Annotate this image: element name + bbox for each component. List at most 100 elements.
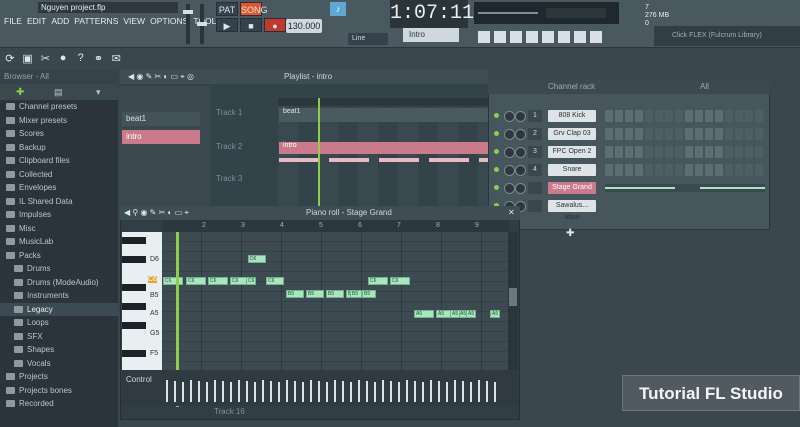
step-button[interactable] bbox=[685, 146, 693, 158]
velocity-bar[interactable] bbox=[182, 382, 184, 402]
velocity-bar[interactable] bbox=[406, 380, 408, 402]
step-button[interactable] bbox=[605, 164, 613, 176]
step-button[interactable] bbox=[625, 164, 633, 176]
browser-item[interactable]: Loops bbox=[0, 316, 118, 330]
step-button[interactable] bbox=[635, 110, 643, 122]
velocity-bar[interactable] bbox=[302, 382, 304, 402]
velocity-bar[interactable] bbox=[414, 381, 416, 402]
channel-mute-led[interactable] bbox=[494, 185, 499, 190]
playlist-pattern-beat1[interactable]: beat1 bbox=[122, 112, 200, 126]
help-icon[interactable] bbox=[590, 31, 602, 43]
note[interactable]: C6 bbox=[208, 277, 228, 285]
clip-intro[interactable]: intro bbox=[279, 142, 488, 154]
step-button[interactable] bbox=[675, 164, 683, 176]
browser-item[interactable]: IL Shared Data bbox=[0, 195, 118, 209]
mixer-track-number[interactable]: 4 bbox=[528, 164, 542, 176]
browser-item[interactable]: Envelopes bbox=[0, 181, 118, 195]
step-button[interactable] bbox=[725, 146, 733, 158]
step-button[interactable] bbox=[665, 128, 673, 140]
mixer-track-number[interactable] bbox=[528, 182, 542, 194]
control-label[interactable]: Control bbox=[126, 375, 152, 384]
piano-roll-tools-icons[interactable]: ◀ ⚲ ◉ ✎ ✂ ◐ ▭ ⌖ bbox=[124, 206, 189, 220]
step-button[interactable] bbox=[665, 110, 673, 122]
step-button[interactable] bbox=[675, 146, 683, 158]
step-button[interactable] bbox=[735, 128, 743, 140]
velocity-bar[interactable] bbox=[358, 380, 360, 402]
browser-item[interactable]: Shapes bbox=[0, 343, 118, 357]
step-button[interactable] bbox=[625, 146, 633, 158]
browser-search-icon[interactable]: ▾ bbox=[96, 87, 101, 98]
note[interactable]: C6 bbox=[163, 277, 183, 285]
step-button[interactable] bbox=[615, 146, 623, 158]
channel-row[interactable]: 3 FPC Open 2 bbox=[490, 144, 768, 160]
record-button[interactable]: ● bbox=[264, 18, 286, 32]
browser-item[interactable]: Clipboard files bbox=[0, 154, 118, 168]
velocity-bar[interactable] bbox=[342, 381, 344, 402]
channel-row[interactable]: 2 Grv Clap 03 bbox=[490, 126, 768, 142]
velocity-bar[interactable] bbox=[438, 381, 440, 402]
browser-file-icon[interactable]: ▤ bbox=[54, 87, 63, 98]
step-button[interactable] bbox=[725, 164, 733, 176]
note[interactable]: A5 bbox=[414, 310, 434, 318]
step-button[interactable] bbox=[755, 146, 763, 158]
playlist-tools-icons[interactable]: ◀ ◉ ✎ ✂ ◐ ▭ ⌖ ◎ bbox=[128, 70, 194, 84]
menu-options[interactable]: OPTIONS bbox=[150, 14, 188, 28]
velocity-bar[interactable] bbox=[374, 382, 376, 402]
playlist-pattern-intro[interactable]: intro bbox=[122, 130, 200, 144]
browser-item[interactable]: Drums (ModeAudio) bbox=[0, 276, 118, 290]
step-button[interactable] bbox=[645, 110, 653, 122]
step-button[interactable] bbox=[735, 164, 743, 176]
note[interactable]: B5 bbox=[350, 290, 362, 298]
mixer-track-number[interactable]: 1 bbox=[528, 110, 542, 122]
step-button[interactable] bbox=[635, 128, 643, 140]
velocity-bar[interactable] bbox=[222, 381, 224, 402]
step-button[interactable] bbox=[655, 164, 663, 176]
chat-icon[interactable]: ✉ bbox=[108, 50, 124, 66]
step-button[interactable] bbox=[615, 164, 623, 176]
velocity-bar[interactable] bbox=[318, 381, 320, 402]
note[interactable]: B5 bbox=[306, 290, 324, 298]
channel-name-button[interactable]: Stage Grand bbox=[548, 182, 596, 194]
velocity-bar[interactable] bbox=[230, 382, 232, 402]
velocity-bar[interactable] bbox=[286, 380, 288, 402]
step-button[interactable] bbox=[605, 128, 613, 140]
step-button[interactable] bbox=[665, 164, 673, 176]
menu-patterns[interactable]: PATTERNS bbox=[74, 14, 118, 28]
tempo-tapper-icon[interactable] bbox=[574, 31, 586, 43]
pat-song-toggle[interactable]: PAT bbox=[216, 2, 238, 16]
browser-item[interactable]: Projects bones bbox=[0, 384, 118, 398]
note[interactable]: A5 bbox=[490, 310, 500, 318]
note[interactable]: B5 bbox=[362, 290, 376, 298]
menu-add[interactable]: ADD bbox=[51, 14, 69, 28]
track-label[interactable]: Track 3 bbox=[212, 174, 276, 204]
menu-edit[interactable]: EDIT bbox=[27, 14, 46, 28]
metronome-icon[interactable]: ♪ bbox=[330, 2, 346, 16]
mixer-icon[interactable] bbox=[478, 31, 490, 43]
news-panel[interactable]: Click FLEX (Fulcrum Library) bbox=[654, 26, 800, 46]
help-icon[interactable]: ? bbox=[73, 50, 89, 66]
velocity-bar[interactable] bbox=[446, 382, 448, 402]
step-button[interactable] bbox=[635, 164, 643, 176]
browser-item[interactable]: Backup bbox=[0, 141, 118, 155]
browser-item[interactable]: Misc bbox=[0, 222, 118, 236]
channel-name-button[interactable]: Grv Clap 03 bbox=[548, 128, 596, 140]
browser-icon[interactable] bbox=[542, 31, 554, 43]
channel-name-button[interactable]: Snare bbox=[548, 164, 596, 176]
pan-knob[interactable] bbox=[504, 129, 515, 140]
channel-name-button[interactable]: 808 Kick bbox=[548, 110, 596, 122]
channel-row[interactable]: 1 808 Kick bbox=[490, 108, 768, 124]
step-sequencer[interactable] bbox=[605, 146, 765, 158]
velocity-bar[interactable] bbox=[334, 380, 336, 402]
step-button[interactable] bbox=[685, 110, 693, 122]
save-icon[interactable]: ▣ bbox=[20, 50, 36, 66]
step-button[interactable] bbox=[615, 110, 623, 122]
step-button[interactable] bbox=[705, 164, 713, 176]
close-icon[interactable]: ✕ bbox=[508, 206, 515, 220]
refresh-icon[interactable]: ⟳ bbox=[2, 50, 18, 66]
note[interactable]: C6 bbox=[266, 277, 284, 285]
step-button[interactable] bbox=[725, 110, 733, 122]
velocity-bar[interactable] bbox=[390, 381, 392, 402]
swing-selector[interactable]: All bbox=[700, 80, 709, 94]
step-button[interactable] bbox=[695, 110, 703, 122]
browser-item[interactable]: Recorded bbox=[0, 397, 118, 411]
